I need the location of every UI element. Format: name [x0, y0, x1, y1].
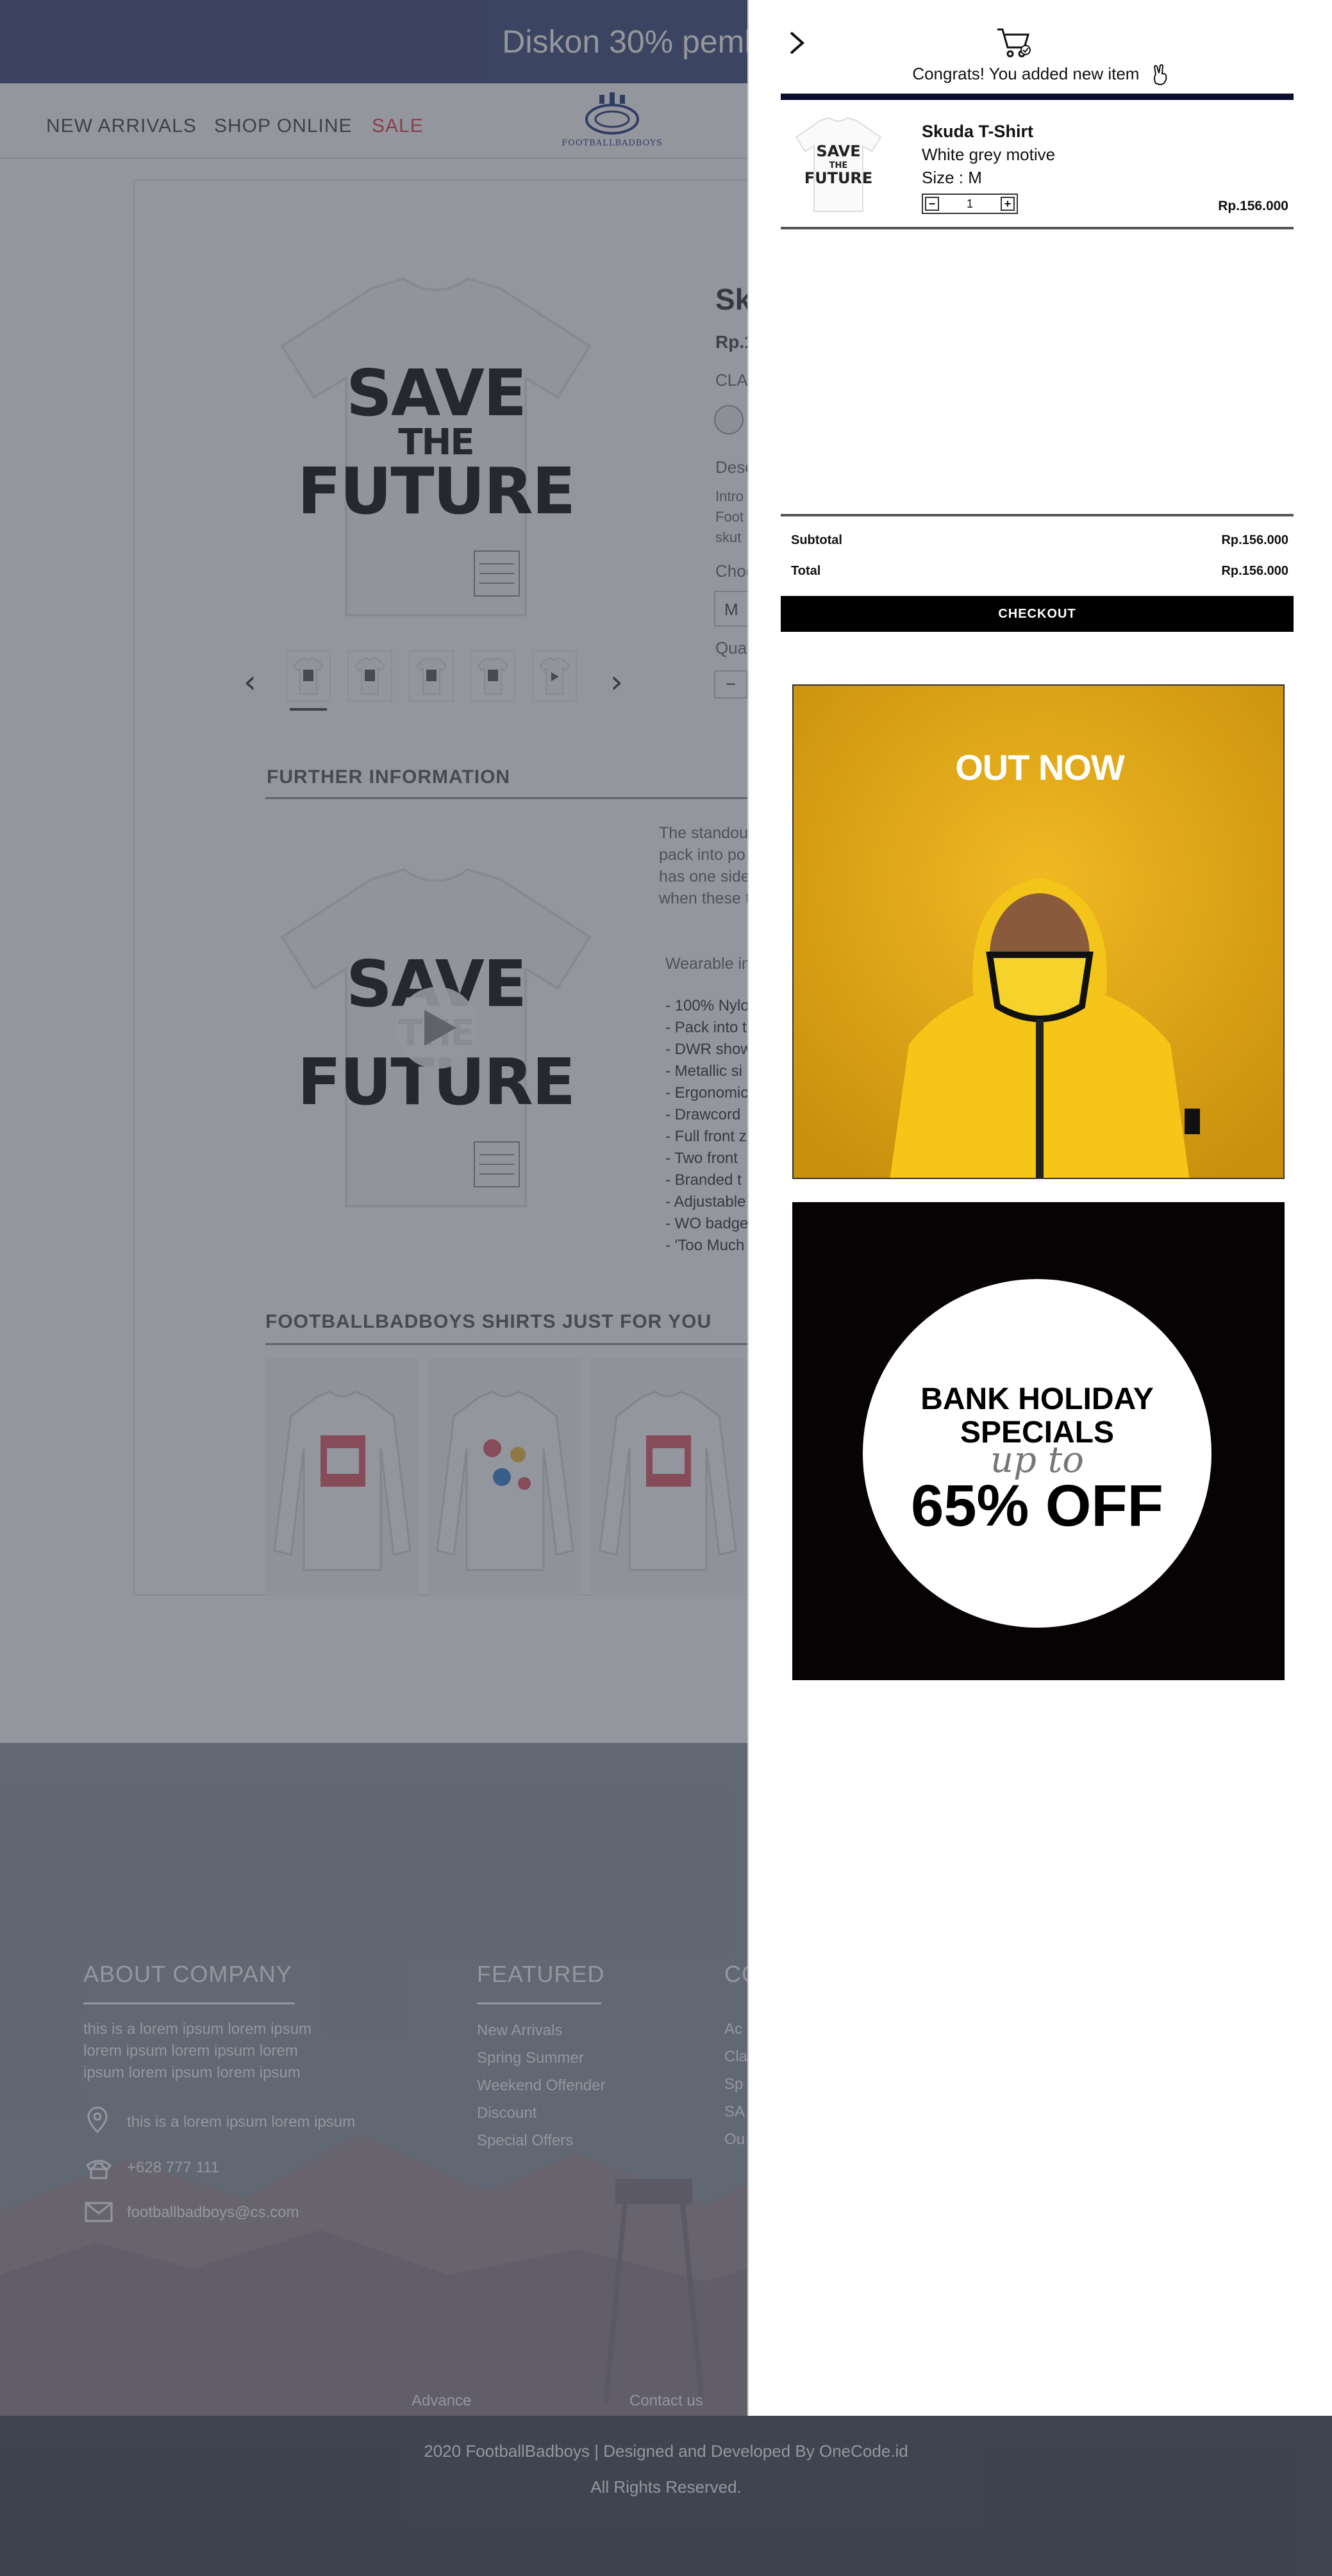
promo-banner-bank-holiday[interactable]: BANK HOLIDAY SPECIALS up to 65% OFF	[792, 1202, 1285, 1680]
minus-icon: −	[928, 197, 936, 210]
cart-check-icon	[997, 28, 1031, 58]
cart-added-message: Congrats! You added new item	[749, 64, 1332, 86]
cart-summary-divider	[781, 514, 1294, 516]
peace-hand-icon	[1153, 64, 1167, 86]
banner-line-1: BANK HOLIDAY	[920, 1382, 1154, 1416]
subtotal-label: Subtotal	[791, 533, 842, 547]
promo-banner-out-now[interactable]: OUT NOW	[792, 684, 1285, 1179]
cart-item-divider	[781, 227, 1294, 229]
qty-decrement-button[interactable]: −	[925, 197, 939, 211]
congrats-text: Congrats! You added new item	[912, 64, 1140, 83]
cart-item-price: Rp.156.000	[1218, 199, 1288, 213]
cart-drawer: Congrats! You added new item SAVE THE FU…	[747, 0, 1332, 2416]
chevron-right-icon[interactable]	[787, 29, 806, 57]
cart-item-image[interactable]: SAVE THE FUTURE	[794, 117, 883, 213]
svg-text:SAVE: SAVE	[816, 142, 860, 160]
subtotal-value: Rp.156.000	[1221, 533, 1288, 547]
cart-top-divider	[781, 94, 1294, 100]
banner-headline: OUT NOW	[955, 747, 1125, 788]
svg-text:FUTURE: FUTURE	[804, 169, 873, 187]
banner-discount: 65% OFF	[911, 1473, 1163, 1539]
cart-item-size: Size : M	[922, 168, 982, 187]
tshirt-image-icon: SAVE THE FUTURE	[795, 117, 882, 212]
qty-value[interactable]: 1	[941, 197, 999, 211]
qty-increment-button[interactable]: +	[1001, 197, 1015, 211]
cart-quantity-stepper: − 1 +	[922, 194, 1018, 214]
cart-item-variant: White grey motive	[922, 145, 1056, 164]
cart-item-name[interactable]: Skuda T-Shirt	[922, 122, 1033, 142]
sale-circle: BANK HOLIDAY SPECIALS up to 65% OFF	[863, 1279, 1211, 1628]
total-value: Rp.156.000	[1221, 564, 1288, 578]
checkout-button[interactable]: CHECKOUT	[781, 596, 1294, 632]
total-label: Total	[791, 564, 821, 578]
plus-icon: +	[1004, 197, 1011, 210]
